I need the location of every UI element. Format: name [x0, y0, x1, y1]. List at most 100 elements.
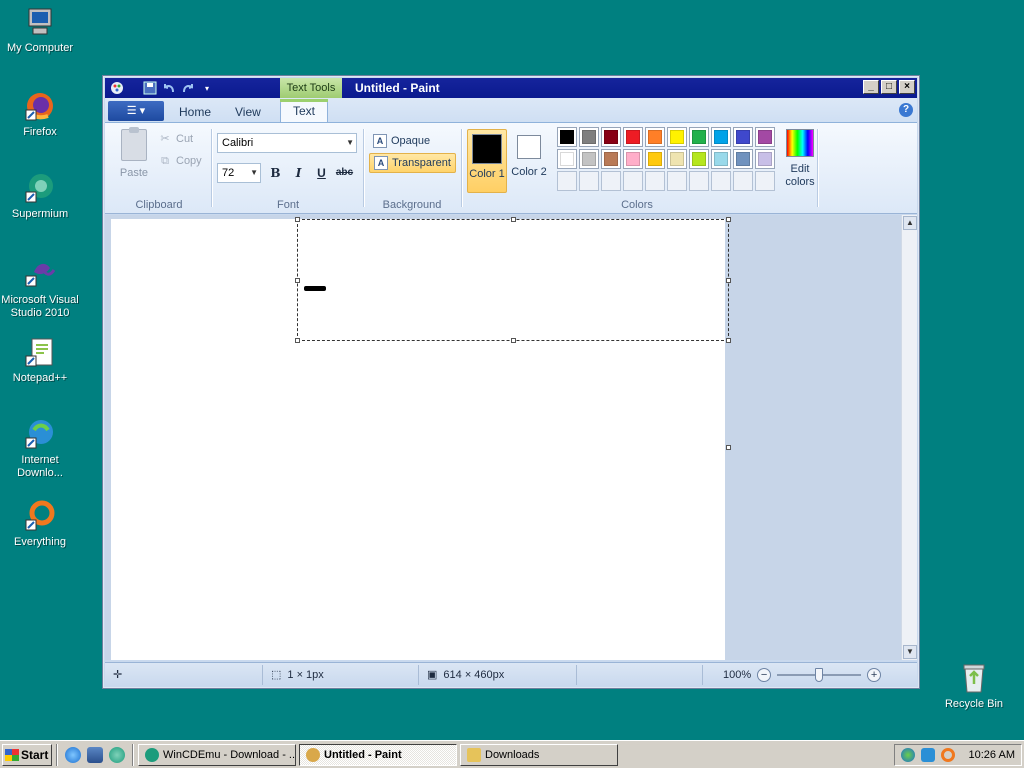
palette-custom-slot[interactable]: [689, 171, 709, 191]
palette-custom-slot[interactable]: [755, 171, 775, 191]
palette-color-swatch[interactable]: [755, 149, 775, 169]
network-icon[interactable]: [900, 748, 915, 762]
resize-handle[interactable]: [295, 217, 300, 222]
everything-icon: [24, 500, 56, 532]
palette-color-swatch[interactable]: [557, 149, 577, 169]
palette-color-swatch[interactable]: [557, 127, 577, 147]
tab-home[interactable]: Home: [167, 102, 223, 122]
resize-handle[interactable]: [511, 217, 516, 222]
font-family-select[interactable]: Calibri ▼: [217, 133, 357, 153]
palette-color-swatch[interactable]: [623, 127, 643, 147]
scroll-up-icon[interactable]: ▲: [903, 216, 917, 230]
tab-text[interactable]: Text: [280, 99, 329, 123]
color2-button[interactable]: Color 2: [509, 129, 549, 193]
resize-handle[interactable]: [726, 278, 731, 283]
maximize-button[interactable]: □: [881, 80, 897, 94]
title-bar[interactable]: ▾ Text Tools Untitled - Paint _ □ ×: [105, 78, 917, 98]
underline-button[interactable]: U: [311, 163, 332, 183]
desktop-icon-my-computer[interactable]: My Computer: [0, 6, 80, 55]
palette-color-swatch[interactable]: [579, 127, 599, 147]
palette-color-swatch[interactable]: [623, 149, 643, 169]
palette-color-swatch[interactable]: [689, 127, 709, 147]
palette-color-swatch[interactable]: [733, 127, 753, 147]
save-icon[interactable]: [142, 80, 158, 96]
ie-quicklaunch-icon[interactable]: [65, 746, 81, 763]
strikethrough-button[interactable]: abc: [334, 163, 355, 183]
palette-custom-slot[interactable]: [667, 171, 687, 191]
taskbar-item-downloads[interactable]: Downloads: [460, 743, 618, 766]
palette-color-swatch[interactable]: [645, 149, 665, 169]
italic-button[interactable]: I: [288, 163, 309, 183]
help-icon[interactable]: ?: [899, 103, 913, 117]
tab-view[interactable]: View: [223, 102, 273, 122]
resize-handle[interactable]: [511, 338, 516, 343]
paint-menu-button[interactable]: ☰ ▾: [108, 101, 164, 121]
palette-color-swatch[interactable]: [667, 149, 687, 169]
palette-color-swatch[interactable]: [711, 127, 731, 147]
palette-custom-slot[interactable]: [623, 171, 643, 191]
palette-color-swatch[interactable]: [733, 149, 753, 169]
everything-tray-icon[interactable]: [940, 748, 955, 762]
font-size-select[interactable]: 72 ▼: [217, 163, 261, 183]
desktop-icon-everything[interactable]: Everything: [0, 500, 80, 549]
resize-handle[interactable]: [726, 338, 731, 343]
palette-custom-slot[interactable]: [711, 171, 731, 191]
palette-color-swatch[interactable]: [711, 149, 731, 169]
zoom-in-button[interactable]: +: [867, 667, 882, 682]
palette-color-swatch[interactable]: [689, 149, 709, 169]
desktop-icon-notepadpp[interactable]: Notepad++: [0, 336, 80, 385]
palette-custom-slot[interactable]: [645, 171, 665, 191]
palette-custom-slot[interactable]: [601, 171, 621, 191]
canvas-resize-handle[interactable]: [726, 445, 731, 450]
palette-color-swatch[interactable]: [667, 127, 687, 147]
scroll-down-icon[interactable]: ▼: [903, 645, 917, 659]
taskbar-item-wincdemu[interactable]: WinCDEmu - Download - ...: [138, 743, 296, 766]
desktop-icon-visual-studio[interactable]: Microsoft Visual Studio 2010: [0, 258, 80, 320]
show-desktop-icon[interactable]: [87, 746, 103, 763]
resize-handle[interactable]: [726, 217, 731, 222]
color1-button[interactable]: Color 1: [467, 129, 507, 193]
drawing-canvas[interactable]: [111, 217, 731, 660]
palette-color-swatch[interactable]: [601, 127, 621, 147]
cut-button[interactable]: ✂ Cut: [159, 133, 193, 145]
undo-icon[interactable]: [161, 80, 177, 96]
transparent-button[interactable]: A Transparent: [369, 153, 456, 173]
supermium-quicklaunch-icon[interactable]: [109, 746, 125, 763]
palette-color-swatch[interactable]: [601, 149, 621, 169]
palette-custom-slot[interactable]: [557, 171, 577, 191]
palette-color-swatch[interactable]: [645, 127, 665, 147]
start-button[interactable]: Start: [2, 743, 52, 766]
zoom-slider-thumb[interactable]: [815, 667, 824, 682]
resize-handle[interactable]: [295, 338, 300, 343]
canvas-area[interactable]: [105, 215, 903, 660]
vertical-scrollbar[interactable]: ▲ ▼: [901, 215, 917, 660]
bold-button[interactable]: B: [265, 163, 286, 183]
group-label: Background: [382, 199, 442, 211]
close-button[interactable]: ×: [899, 80, 915, 94]
minimize-button[interactable]: _: [863, 80, 879, 94]
desktop-icon-firefox[interactable]: Firefox: [0, 90, 80, 139]
palette-custom-slot[interactable]: [733, 171, 753, 191]
opaque-button[interactable]: A Opaque: [369, 131, 434, 151]
paste-button[interactable]: Paste: [117, 127, 151, 179]
desktop-icon-recycle-bin[interactable]: Recycle Bin: [934, 662, 1014, 711]
visual-studio-icon: [24, 258, 56, 290]
palette-custom-slot[interactable]: [579, 171, 599, 191]
zoom-slider[interactable]: [777, 665, 862, 685]
paint-window[interactable]: ▾ Text Tools Untitled - Paint _ □ × ☰ ▾ …: [102, 75, 920, 689]
palette-color-swatch[interactable]: [579, 149, 599, 169]
paint-app-icon[interactable]: [109, 80, 125, 96]
palette-color-swatch[interactable]: [755, 127, 775, 147]
opaque-label: Opaque: [391, 135, 431, 147]
redo-icon[interactable]: [180, 80, 196, 96]
taskbar-item-paint[interactable]: Untitled - Paint: [299, 743, 457, 766]
desktop-icon-supermium[interactable]: Supermium: [0, 172, 80, 221]
desktop-icon-internet-download-manager[interactable]: Internet Downlo...: [0, 418, 80, 480]
resize-handle[interactable]: [295, 278, 300, 283]
color1-swatch: [472, 134, 502, 164]
zoom-out-button[interactable]: −: [757, 667, 772, 682]
text-box[interactable]: [295, 217, 731, 343]
copy-button[interactable]: ⧉ Copy: [159, 155, 202, 167]
customize-qat-icon[interactable]: ▾: [199, 80, 215, 96]
language-icon[interactable]: [920, 748, 935, 762]
